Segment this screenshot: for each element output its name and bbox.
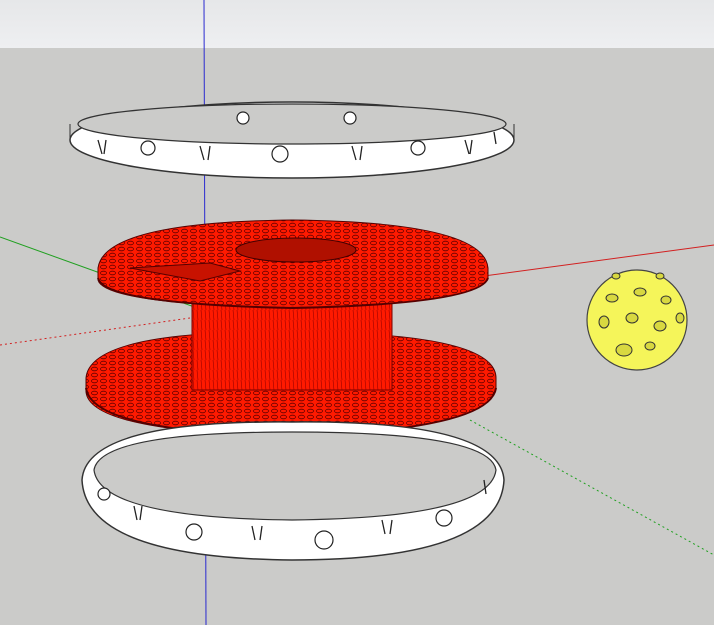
top-ring[interactable] — [69, 101, 515, 179]
spool[interactable] — [85, 219, 497, 438]
bottom-ring[interactable] — [81, 421, 505, 561]
3d-viewport[interactable] — [0, 0, 714, 625]
yellow-ball[interactable] — [586, 269, 688, 371]
green-axis-negative — [469, 419, 714, 556]
model-scene[interactable] — [0, 0, 714, 625]
